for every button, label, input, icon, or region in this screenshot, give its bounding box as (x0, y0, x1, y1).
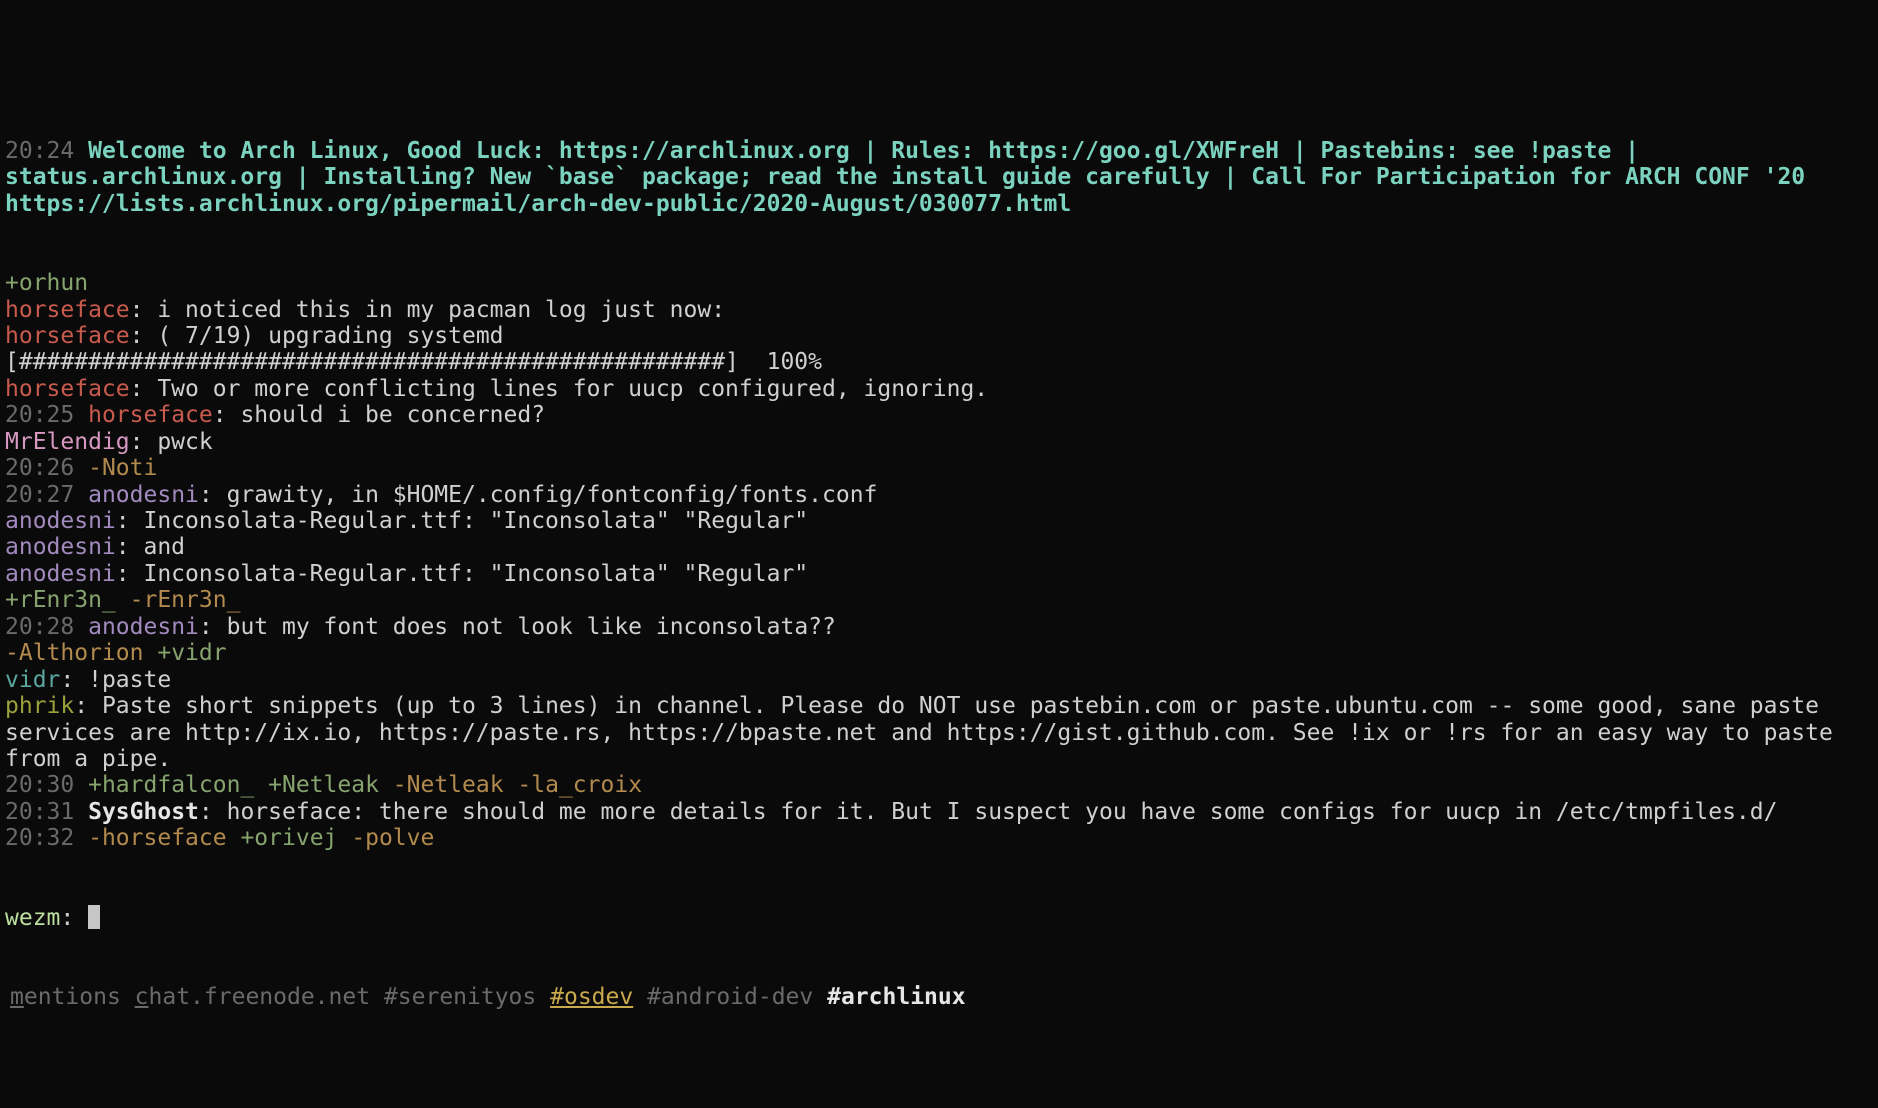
part-event: -polve (351, 825, 434, 851)
nick: MrElendig (5, 429, 130, 455)
irc-buffer: 20:24 Welcome to Arch Linux, Good Luck: … (0, 0, 1878, 1037)
message-text: but my font does not look like inconsola… (227, 614, 836, 640)
prompt-nick: wezm (5, 905, 60, 931)
timestamp: 20:26 (5, 455, 74, 481)
message-text: grawity, in $HOME/.config/fontconfig/fon… (227, 482, 878, 508)
cursor-icon (88, 905, 100, 929)
part-event: -Noti (88, 455, 157, 481)
nick: horseface (5, 323, 130, 349)
message-text: Paste short snippets (up to 3 lines) in … (5, 693, 1847, 772)
message-line: +rEnr3n_ -rEnr3n_ (5, 587, 1873, 613)
message-line: anodesni: Inconsolata-Regular.ttf: "Inco… (5, 508, 1873, 534)
message-line: 20:27 anodesni: grawity, in $HOME/.confi… (5, 482, 1873, 508)
channel-tab[interactable]: #android-dev (647, 984, 813, 1010)
join-event: +orhun (5, 270, 88, 296)
join-event: +orivej (240, 825, 337, 851)
message-line: 20:28 anodesni: but my font does not loo… (5, 614, 1873, 640)
message-line: horseface: i noticed this in my pacman l… (5, 297, 1873, 323)
nick: anodesni (5, 561, 116, 587)
nick: anodesni (88, 614, 199, 640)
message-text: Inconsolata-Regular.ttf: "Inconsolata" "… (143, 508, 808, 534)
message-line: anodesni: Inconsolata-Regular.ttf: "Inco… (5, 561, 1873, 587)
message-text: horseface: there should me more details … (227, 799, 1778, 825)
message-line: vidr: !paste (5, 667, 1873, 693)
input-line[interactable]: wezm: (5, 905, 1873, 931)
nick: horseface (5, 376, 130, 402)
message-line: +orhun (5, 270, 1873, 296)
part-event: -la_croix (517, 772, 642, 798)
join-event: +Netleak (268, 772, 379, 798)
message-line: MrElendig: pwck (5, 429, 1873, 455)
timestamp: 20:28 (5, 614, 74, 640)
part-event: -Althorion (5, 640, 143, 666)
message-text: and (143, 534, 185, 560)
nick: vidr (5, 667, 60, 693)
part-event: -horseface (88, 825, 226, 851)
message-line: 20:25 horseface: should i be concerned? (5, 402, 1873, 428)
join-event: +vidr (157, 640, 226, 666)
raw-text: [#######################################… (5, 349, 822, 375)
channel-tab[interactable]: #osdev (550, 984, 633, 1010)
timestamp: 20:32 (5, 825, 74, 851)
message-line: -Althorion +vidr (5, 640, 1873, 666)
part-event: -rEnr3n_ (130, 587, 241, 613)
nick: horseface (88, 402, 213, 428)
nick: SysGhost (88, 799, 199, 825)
join-event: +rEnr3n_ (5, 587, 116, 613)
message-text: pwck (157, 429, 212, 455)
part-event: -Netleak (393, 772, 504, 798)
message-line: 20:30 +hardfalcon_ +Netleak -Netleak -la… (5, 772, 1873, 798)
message-line: 20:26 -Noti (5, 455, 1873, 481)
timestamp: 20:30 (5, 772, 74, 798)
channel-topic: 20:24 Welcome to Arch Linux, Good Luck: … (5, 138, 1873, 217)
message-lines: +orhunhorseface: i noticed this in my pa… (5, 270, 1873, 852)
timestamp: 20:27 (5, 482, 74, 508)
message-line: [#######################################… (5, 349, 1873, 375)
message-line: horseface: Two or more conflicting lines… (5, 376, 1873, 402)
message-line: horseface: ( 7/19) upgrading systemd (5, 323, 1873, 349)
server-label[interactable]: chat.freenode.net (135, 984, 370, 1010)
mentions-label[interactable]: mentions (10, 984, 121, 1010)
message-line: 20:31 SysGhost: horseface: there should … (5, 799, 1873, 825)
message-text: !paste (88, 667, 171, 693)
message-text: Two or more conflicting lines for uucp c… (157, 376, 988, 402)
join-event: +hardfalcon_ (88, 772, 254, 798)
nick: anodesni (88, 482, 199, 508)
topic-text: Welcome to Arch Linux, Good Luck: https:… (5, 138, 1819, 217)
nick: phrik (5, 693, 74, 719)
message-line: anodesni: and (5, 534, 1873, 560)
topic-timestamp: 20:24 (5, 138, 74, 164)
message-text: should i be concerned? (240, 402, 545, 428)
message-text: ( 7/19) upgrading systemd (157, 323, 503, 349)
message-line: 20:32 -horseface +orivej -polve (5, 825, 1873, 851)
channel-tab[interactable]: #archlinux (827, 984, 965, 1010)
timestamp: 20:25 (5, 402, 74, 428)
prompt-sep: : (60, 905, 74, 931)
nick: anodesni (5, 508, 116, 534)
message-text: i noticed this in my pacman log just now… (157, 297, 725, 323)
status-bar: mentions chat.freenode.net #serenityos #… (5, 984, 1873, 1010)
message-text: Inconsolata-Regular.ttf: "Inconsolata" "… (143, 561, 808, 587)
channel-tab[interactable]: #serenityos (384, 984, 536, 1010)
message-line: phrik: Paste short snippets (up to 3 lin… (5, 693, 1873, 772)
nick: horseface (5, 297, 130, 323)
timestamp: 20:31 (5, 799, 74, 825)
nick: anodesni (5, 534, 116, 560)
